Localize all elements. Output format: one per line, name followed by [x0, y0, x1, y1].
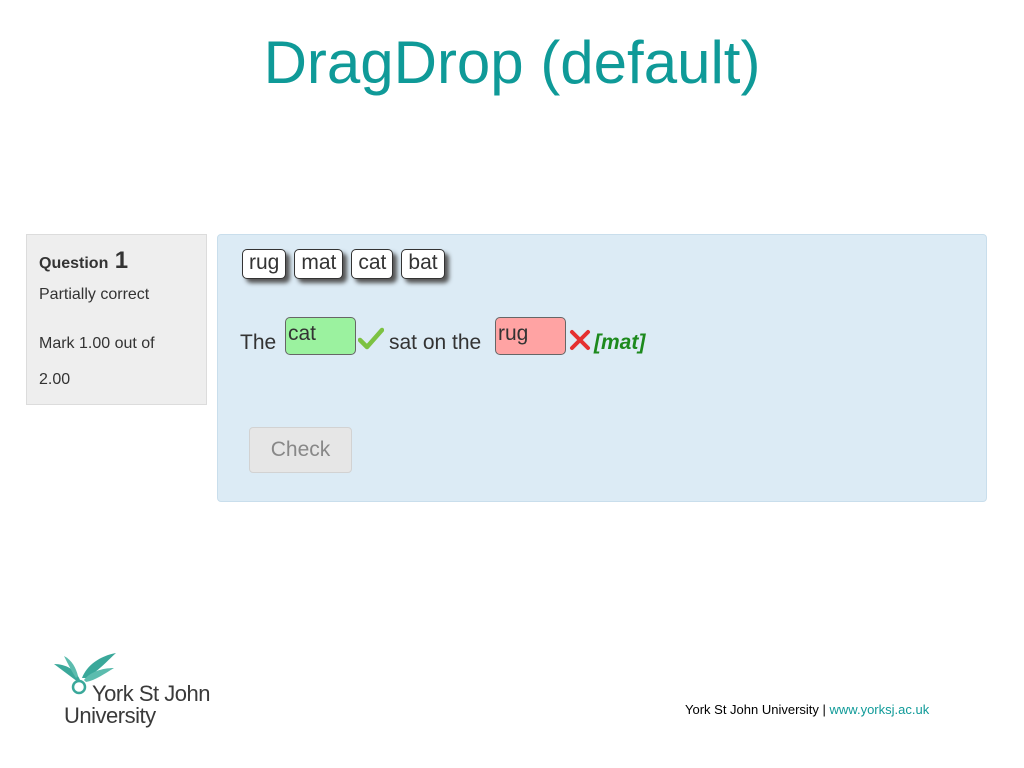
check-mark-icon: [357, 327, 385, 357]
question-number-value: 1: [114, 247, 129, 274]
check-button[interactable]: Check: [249, 427, 352, 473]
footer-org: York St John University |: [685, 702, 830, 717]
footer-url[interactable]: www.yorksj.ac.uk: [830, 702, 930, 717]
drag-choice[interactable]: bat: [401, 249, 445, 279]
footer-text: York St John University | www.yorksj.ac.…: [685, 702, 929, 717]
sentence-text: The: [240, 331, 277, 354]
question-number: Question 1: [39, 247, 206, 278]
drop-zone-incorrect[interactable]: rug: [495, 317, 566, 355]
logo-text-line2: University: [64, 703, 156, 728]
right-answer: [mat]: [594, 331, 646, 354]
question-label: Question: [39, 255, 109, 272]
cross-icon: [569, 329, 591, 357]
sentence-text: sat on the: [389, 331, 482, 354]
drag-choice[interactable]: rug: [242, 249, 287, 279]
drop-zone-correct[interactable]: cat: [285, 317, 356, 355]
drag-choices: rug mat cat bat: [242, 249, 445, 279]
drag-choice[interactable]: mat: [294, 249, 344, 279]
question-grade: Mark 1.00 out of 2.00: [39, 335, 155, 388]
question-info-panel: Question 1 Partially correct Mark 1.00 o…: [26, 234, 207, 405]
slide-title: DragDrop (default): [263, 29, 761, 96]
question-content-panel: rug mat cat bat The cat sat on the rug […: [217, 234, 987, 502]
question-state: Partially correct: [39, 286, 150, 303]
university-logo: York St John University: [52, 650, 212, 730]
drag-choice[interactable]: cat: [351, 249, 394, 279]
